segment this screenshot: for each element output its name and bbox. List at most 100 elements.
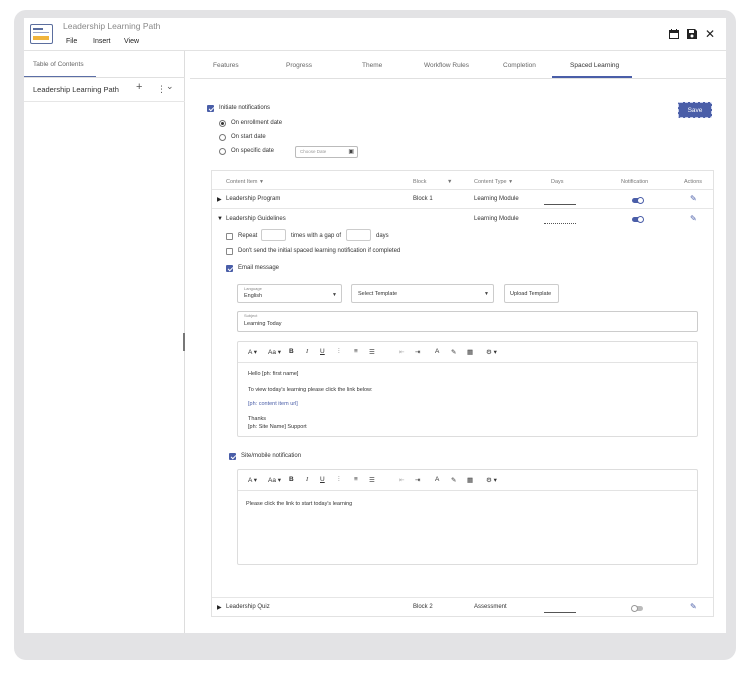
row-type: Learning Module bbox=[474, 196, 519, 202]
tab-progress[interactable]: Progress bbox=[286, 62, 312, 69]
expand-caret-icon[interactable]: ▶ bbox=[217, 604, 222, 611]
main-panel: Features Progress Theme Workflow Rules C… bbox=[190, 51, 726, 633]
close-icon[interactable]: ✕ bbox=[705, 27, 715, 41]
email-body-link[interactable]: [ph: content item url] bbox=[248, 401, 298, 407]
settings-icon[interactable]: ⚙ ▾ bbox=[486, 348, 497, 356]
align-center-icon[interactable]: ≡ bbox=[354, 476, 358, 483]
toc-item-leadership-learning-path[interactable]: Leadership Learning Path bbox=[33, 85, 119, 94]
menu-insert[interactable]: Insert bbox=[93, 38, 111, 45]
column-header-content-item[interactable]: Content Item ▼ bbox=[226, 179, 264, 185]
resize-handle[interactable] bbox=[183, 333, 185, 351]
initiate-notifications-checkbox[interactable] bbox=[207, 105, 214, 112]
tab-workflow-rules[interactable]: Workflow Rules bbox=[424, 62, 469, 69]
language-select[interactable]: Language English ▼ bbox=[237, 284, 342, 303]
site-notification-text: Please click the link to start today's l… bbox=[246, 501, 353, 507]
underline-button[interactable]: U bbox=[320, 348, 325, 355]
divider bbox=[24, 77, 185, 78]
expand-caret-icon[interactable]: ▶ bbox=[217, 196, 222, 203]
radio-specific-date[interactable] bbox=[219, 148, 226, 155]
app-logo-icon bbox=[30, 24, 53, 44]
underline-button[interactable]: U bbox=[320, 476, 325, 483]
divider bbox=[190, 78, 726, 79]
upload-template-button[interactable]: Upload Template bbox=[504, 284, 559, 303]
app-window: Leadership Learning Path File Insert Vie… bbox=[24, 18, 726, 633]
notification-toggle[interactable] bbox=[632, 216, 644, 223]
days-input[interactable] bbox=[544, 223, 576, 224]
site-notification-checkbox[interactable] bbox=[229, 453, 236, 460]
column-header-days: Days bbox=[551, 179, 564, 185]
email-body-line: [ph: Site Name] Support bbox=[248, 424, 307, 430]
list-icon[interactable]: ☰ bbox=[369, 476, 375, 484]
indent-icon[interactable]: ⇥ bbox=[415, 348, 420, 356]
site-notification-editor[interactable]: A ▾ Aa ▾ B I U ⫶ ≡ ☰ ⇤ ⇥ A ✎ ▦ ⚙ ▾ Pleas… bbox=[237, 469, 698, 565]
text-color-icon[interactable]: A bbox=[435, 476, 439, 483]
radio-start-date[interactable] bbox=[219, 134, 226, 141]
specific-date-input[interactable]: Choose Date ▣ bbox=[295, 146, 358, 158]
settings-icon[interactable]: ⚙ ▾ bbox=[486, 476, 497, 484]
days-input[interactable] bbox=[544, 204, 576, 205]
align-left-icon[interactable]: ⫶ bbox=[338, 348, 340, 356]
repeat-checkbox[interactable] bbox=[226, 233, 233, 240]
notification-toggle[interactable] bbox=[632, 197, 644, 204]
menu-file[interactable]: File bbox=[66, 38, 77, 45]
align-left-icon[interactable]: ⫶ bbox=[338, 476, 340, 484]
tab-features[interactable]: Features bbox=[213, 62, 239, 69]
indent-icon[interactable]: ⇥ bbox=[415, 476, 420, 484]
divider bbox=[212, 208, 713, 209]
toc-heading[interactable]: Table of Contents bbox=[33, 61, 84, 68]
filter-icon[interactable]: ▼ bbox=[447, 179, 452, 185]
font-color-button[interactable]: A ▾ bbox=[248, 348, 257, 356]
brush-icon[interactable]: ✎ bbox=[451, 476, 456, 484]
menu-view[interactable]: View bbox=[124, 38, 139, 45]
radio-start-date-label: On start date bbox=[231, 134, 266, 140]
italic-button[interactable]: I bbox=[306, 348, 308, 355]
align-center-icon[interactable]: ≡ bbox=[354, 348, 358, 355]
column-header-block[interactable]: Block bbox=[413, 179, 426, 185]
notification-toggle[interactable] bbox=[631, 605, 643, 612]
save-icon[interactable] bbox=[687, 29, 697, 42]
subject-input[interactable]: Subject Learning Today bbox=[237, 311, 698, 332]
days-input[interactable] bbox=[544, 612, 576, 613]
calendar-icon[interactable] bbox=[669, 29, 679, 42]
repeat-times-input[interactable] bbox=[261, 229, 286, 241]
editor-toolbar: A ▾ Aa ▾ B I U ⫶ ≡ ☰ ⇤ ⇥ A ✎ ▦ ⚙ ▾ bbox=[238, 342, 697, 363]
add-icon[interactable]: + bbox=[136, 81, 142, 93]
collapse-caret-icon[interactable]: ▼ bbox=[217, 216, 223, 222]
tab-theme[interactable]: Theme bbox=[362, 62, 382, 69]
gap-days-input[interactable] bbox=[346, 229, 371, 241]
edit-pencil-icon[interactable]: ✎ bbox=[690, 602, 697, 611]
template-select[interactable]: Select Template ▼ bbox=[351, 284, 494, 303]
calendar-icon[interactable]: ▣ bbox=[348, 148, 354, 155]
tab-completion[interactable]: Completion bbox=[503, 62, 536, 69]
email-editor[interactable]: A ▾ Aa ▾ B I U ⫶ ≡ ☰ ⇤ ⇥ A ✎ ▦ ⚙ ▾ Hello… bbox=[237, 341, 698, 437]
table-icon[interactable]: ▦ bbox=[467, 476, 473, 484]
days-label: days bbox=[376, 233, 389, 239]
template-value: Select Template bbox=[358, 291, 398, 297]
font-size-button[interactable]: Aa ▾ bbox=[268, 476, 281, 484]
edit-pencil-icon[interactable]: ✎ bbox=[690, 194, 697, 203]
italic-button[interactable]: I bbox=[306, 476, 308, 483]
font-size-button[interactable]: Aa ▾ bbox=[268, 348, 281, 356]
tab-spaced-learning[interactable]: Spaced Learning bbox=[570, 62, 619, 69]
bold-button[interactable]: B bbox=[289, 476, 294, 483]
list-icon[interactable]: ☰ bbox=[369, 348, 375, 356]
edit-pencil-icon[interactable]: ✎ bbox=[690, 214, 697, 223]
outdent-icon[interactable]: ⇤ bbox=[399, 348, 404, 356]
brush-icon[interactable]: ✎ bbox=[451, 348, 456, 356]
more-icon[interactable]: ⋮ bbox=[157, 84, 166, 95]
bold-button[interactable]: B bbox=[289, 348, 294, 355]
date-placeholder: Choose Date bbox=[300, 149, 327, 154]
column-header-content-type[interactable]: Content Type ▼ bbox=[474, 179, 513, 185]
radio-enrollment-date[interactable] bbox=[219, 120, 226, 127]
dont-send-checkbox[interactable] bbox=[226, 248, 233, 255]
text-color-icon[interactable]: A bbox=[435, 348, 439, 355]
table-icon[interactable]: ▦ bbox=[467, 348, 473, 356]
outdent-icon[interactable]: ⇤ bbox=[399, 476, 404, 484]
subject-label: Subject bbox=[244, 313, 258, 318]
font-color-button[interactable]: A ▾ bbox=[248, 476, 257, 484]
chevron-down-icon[interactable]: ⌄ bbox=[166, 81, 174, 92]
save-button[interactable]: Save bbox=[678, 102, 712, 118]
initiate-notifications-label: Initiate notifications bbox=[219, 105, 271, 111]
email-message-checkbox[interactable] bbox=[226, 265, 233, 272]
row-block: Block 1 bbox=[413, 196, 433, 202]
